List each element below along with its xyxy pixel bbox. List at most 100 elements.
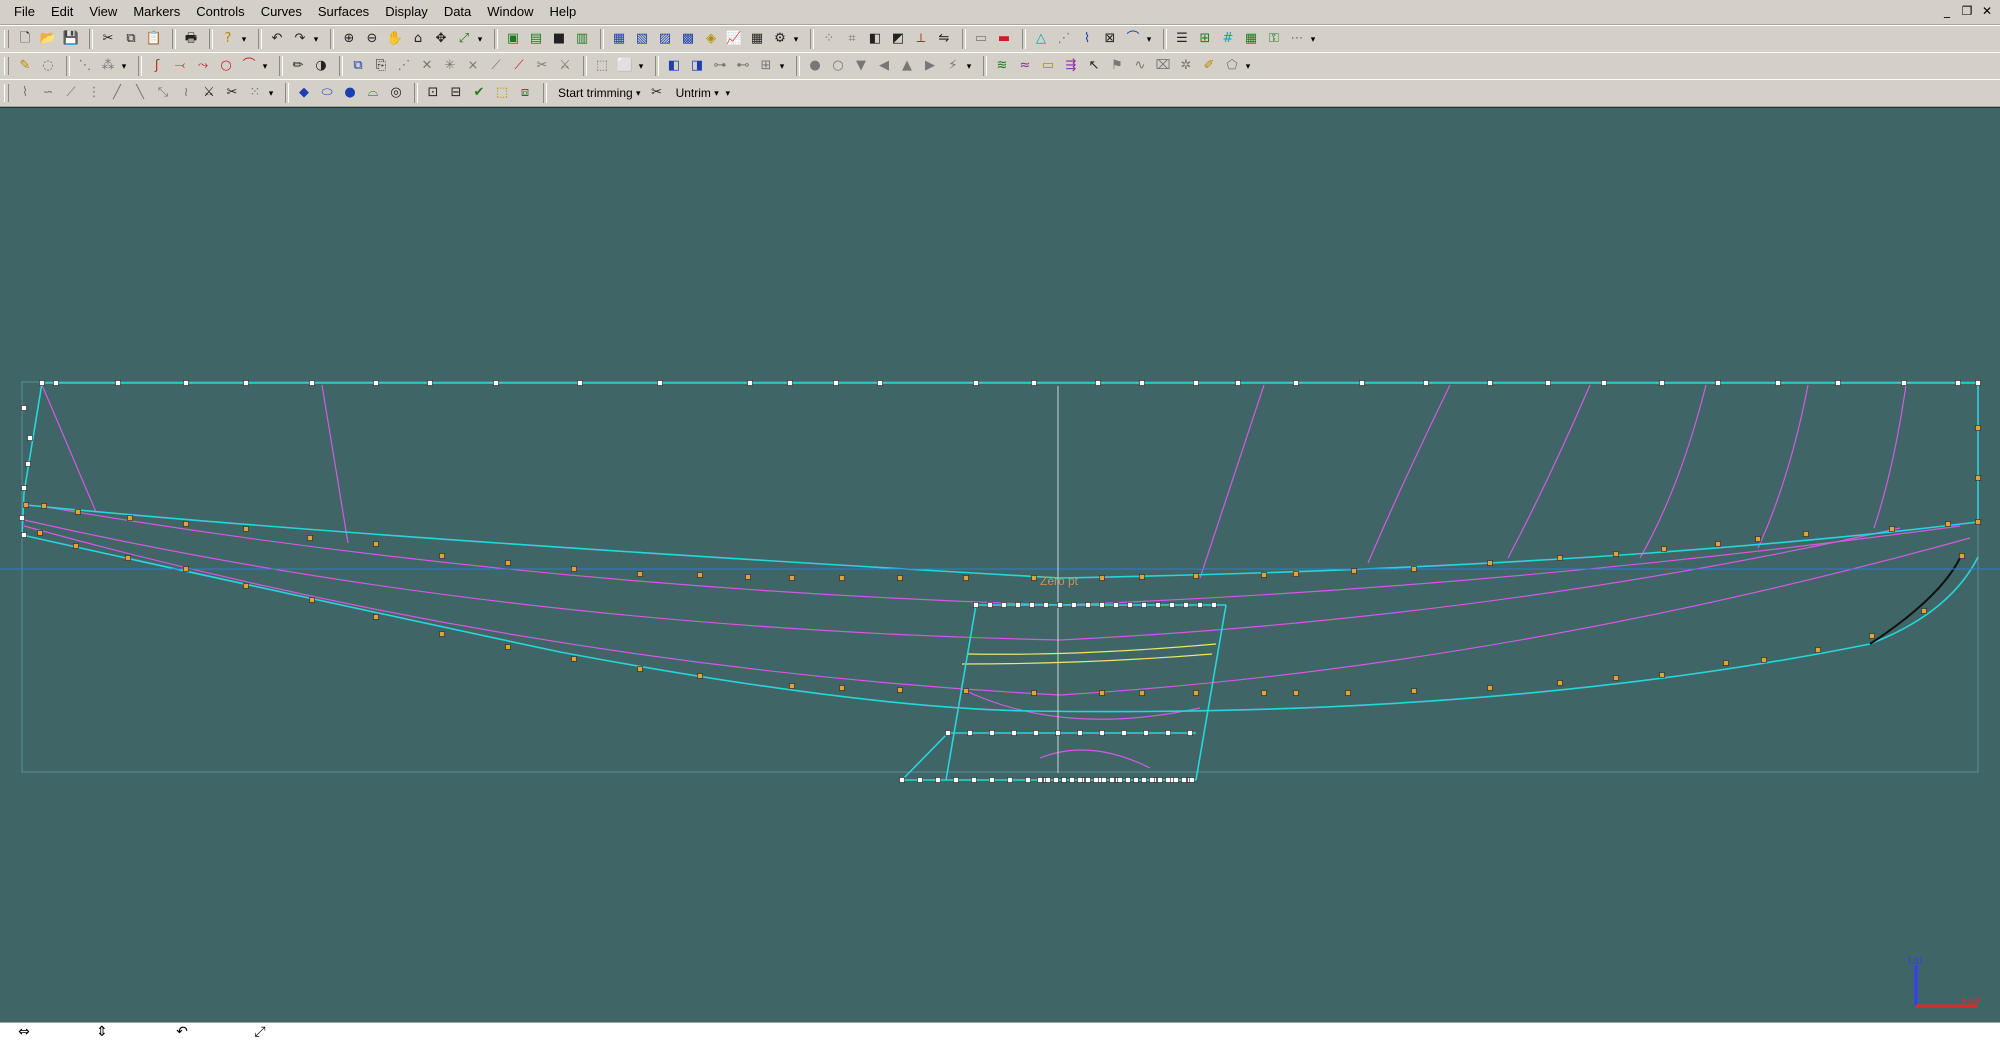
hull-draw-icon[interactable]: ✐ — [1199, 56, 1219, 76]
view-profile-icon[interactable]: ▧ — [632, 29, 652, 49]
menu-edit[interactable]: Edit — [43, 0, 81, 24]
help-dropdown-icon[interactable]: ▾ — [239, 34, 249, 45]
star-lines-icon[interactable]: ✳ — [440, 56, 460, 76]
scissors-icon[interactable]: ✂ — [532, 56, 552, 76]
chine-control-point[interactable] — [745, 574, 751, 580]
frame-select-icon[interactable]: ⬜ — [615, 56, 635, 76]
display-dropdown-icon[interactable]: ▾ — [1308, 34, 1318, 45]
keel-control-point[interactable] — [637, 666, 643, 672]
chine-control-point[interactable] — [439, 553, 445, 559]
sheer-control-point[interactable] — [1955, 380, 1961, 386]
surface-cylinder-icon[interactable]: ⬭ — [317, 83, 337, 103]
sheer-control-point[interactable] — [1423, 380, 1429, 386]
chine-control-point[interactable] — [1613, 551, 1619, 557]
stem-control-point[interactable] — [27, 435, 33, 441]
chine-control-point[interactable] — [897, 575, 903, 581]
lines-icon[interactable]: ⋰ — [394, 56, 414, 76]
render-dark-icon[interactable]: ■ — [549, 29, 569, 49]
intersect-icon[interactable]: ⊠ — [1100, 29, 1120, 49]
keel-control-point[interactable] — [789, 683, 795, 689]
keel-bottom-point[interactable] — [953, 777, 959, 783]
keel-bottom-dense-point[interactable] — [1173, 777, 1179, 783]
split-lines-icon[interactable]: ⨯ — [463, 56, 483, 76]
menu-data[interactable]: Data — [436, 0, 479, 24]
curve-dropdown-icon[interactable]: ▾ — [260, 61, 270, 72]
menu-window[interactable]: Window — [479, 0, 541, 24]
redo-dropdown-icon[interactable]: ▾ — [311, 34, 321, 45]
menu-curves[interactable]: Curves — [253, 0, 310, 24]
keel-bottom-dense-point[interactable] — [1149, 777, 1155, 783]
keel-control-point[interactable] — [1031, 690, 1037, 696]
menu-file[interactable]: File — [6, 0, 43, 24]
keel-top-point[interactable] — [1085, 602, 1091, 608]
hull-tag-icon[interactable]: ⌧ — [1153, 56, 1173, 76]
control-points[interactable] — [19, 380, 1981, 783]
frame-icon[interactable]: ⬚ — [592, 56, 612, 76]
undo-icon[interactable]: ↶ — [267, 29, 287, 49]
chine-control-point[interactable] — [1139, 574, 1145, 580]
keel-top-point[interactable] — [1183, 602, 1189, 608]
sheer-control-point[interactable] — [1293, 380, 1299, 386]
clip-icon[interactable]: ◧ — [865, 29, 885, 49]
surface-dropdown-icon[interactable]: ▾ — [777, 61, 787, 72]
zoom-in-icon[interactable]: ⊕ — [339, 29, 359, 49]
keel-control-point[interactable] — [243, 583, 249, 589]
edit-pen-icon[interactable]: ✏ — [288, 56, 308, 76]
surface-copy-icon[interactable]: ◨ — [687, 56, 707, 76]
keel-bottom-point[interactable] — [899, 777, 905, 783]
flip-icon[interactable]: ⇋ — [934, 29, 954, 49]
grid-icon[interactable]: # — [1218, 29, 1238, 49]
settings-icon[interactable]: ⚙ — [770, 29, 790, 49]
keel-mid-point[interactable] — [1165, 730, 1171, 736]
pan-hand-icon[interactable]: ✋ — [385, 29, 405, 49]
knife-icon[interactable]: ⟋ — [509, 56, 529, 76]
view-render-icon[interactable]: ◈ — [701, 29, 721, 49]
sheer-control-point[interactable] — [243, 380, 249, 386]
surface-join-icon[interactable]: ⊶ — [710, 56, 730, 76]
render-wire-icon[interactable]: ▥ — [572, 29, 592, 49]
stem-control-point[interactable] — [21, 485, 27, 491]
home-view-icon[interactable]: ⌂ — [408, 29, 428, 49]
spline-step-icon[interactable]: ⟋ — [61, 83, 81, 103]
trim-dropdown-icon[interactable]: ▾ — [723, 88, 733, 99]
triangle-icon[interactable]: △ — [1031, 29, 1051, 49]
keel-bottom-point[interactable] — [989, 777, 995, 783]
hull-node-icon[interactable]: ✲ — [1176, 56, 1196, 76]
close-button[interactable]: ✕ — [1978, 2, 1996, 20]
untrim-button[interactable]: Untrim ▾ — [670, 83, 725, 103]
circle-curve-icon[interactable]: ○ — [216, 56, 236, 76]
list-icon[interactable]: ☰ — [1172, 29, 1192, 49]
keel-bottom-point[interactable] — [971, 777, 977, 783]
stem-control-point[interactable] — [19, 515, 25, 521]
cross-lines-icon[interactable]: ✕ — [417, 56, 437, 76]
hull-fill-icon[interactable]: ▭ — [1038, 56, 1058, 76]
diagonal-icon[interactable]: ⟋ — [486, 56, 506, 76]
sheer-control-point[interactable] — [1659, 380, 1665, 386]
keel-control-point[interactable] — [1869, 633, 1875, 639]
pencil-icon[interactable]: ✎ — [15, 56, 35, 76]
chine-control-point[interactable] — [505, 560, 511, 566]
sheer-control-point[interactable] — [973, 380, 979, 386]
keel-bottom-point[interactable] — [935, 777, 941, 783]
keel-top-point[interactable] — [987, 602, 993, 608]
chine-control-point[interactable] — [307, 535, 313, 541]
redo-icon[interactable]: ↷ — [290, 29, 310, 49]
funnel-icon[interactable]: ▼ — [851, 56, 871, 76]
keel-bottom-point[interactable] — [1007, 777, 1013, 783]
hull-lines-icon[interactable]: ≋ — [992, 56, 1012, 76]
curve-porcupine-icon[interactable]: ⌇ — [1077, 29, 1097, 49]
keel-bottom-dense-point[interactable] — [1133, 777, 1139, 783]
surface-sphere-icon[interactable]: ● — [340, 83, 360, 103]
chine-control-point[interactable] — [75, 509, 81, 515]
keel-bottom-point[interactable] — [1025, 777, 1031, 783]
copy-surface-icon[interactable]: ⧉ — [348, 56, 368, 76]
keel-control-point[interactable] — [963, 688, 969, 694]
point-dropdown-icon[interactable]: ▾ — [119, 61, 129, 72]
keel-mid-point[interactable] — [1099, 730, 1105, 736]
view-dropdown-icon[interactable]: ▾ — [475, 34, 485, 45]
keel-bottom-dense-point[interactable] — [1053, 777, 1059, 783]
chine-control-point[interactable] — [1193, 573, 1199, 579]
menu-view[interactable]: View — [81, 0, 125, 24]
sheer-control-point[interactable] — [373, 380, 379, 386]
sheer-control-point[interactable] — [53, 380, 59, 386]
